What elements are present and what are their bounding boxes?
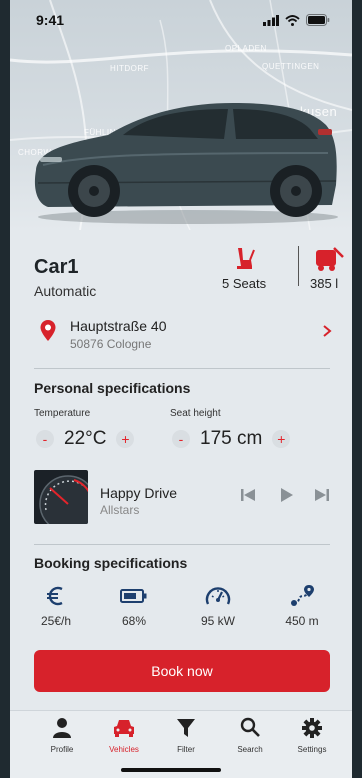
- map-label: OPLADEN: [225, 44, 267, 53]
- book-now-button[interactable]: Book now: [34, 650, 330, 692]
- personal-specs-title: Personal specifications: [34, 380, 191, 396]
- tab-label: Profile: [50, 745, 74, 754]
- battery-level-icon: [120, 589, 147, 603]
- home-indicator: [121, 768, 221, 772]
- distance-value: 450 m: [285, 614, 319, 628]
- speedometer-artwork: [39, 475, 88, 524]
- tab-label: Vehicles: [109, 745, 139, 754]
- map-label: QUETTINGEN: [262, 62, 320, 71]
- seats-feature: 5 Seats: [222, 246, 266, 291]
- address-street: Hauptstraße 40: [70, 318, 167, 334]
- search-icon: [240, 717, 260, 737]
- album-art[interactable]: [34, 470, 88, 524]
- address-city: 50876 Cologne: [70, 337, 152, 351]
- temperature-decrease-button[interactable]: -: [36, 430, 54, 448]
- status-bar: 9:41: [10, 0, 352, 40]
- tab-label: Filter: [177, 745, 195, 754]
- price-spec: 25€/h: [26, 584, 86, 628]
- tab-search[interactable]: Search: [220, 717, 280, 754]
- song-title: Happy Drive: [100, 485, 178, 501]
- temperature-stepper: - 22°C +: [36, 428, 135, 450]
- power-spec: 95 kW: [188, 584, 248, 628]
- car-icon: [114, 720, 134, 737]
- seat-height-value: 175 cm: [200, 428, 263, 449]
- battery-spec: 68%: [104, 584, 164, 628]
- battery-icon: [306, 14, 330, 26]
- address-row[interactable]: Hauptstraße 40 50876 Cologne: [32, 316, 332, 356]
- booking-specs-title: Booking specifications: [34, 555, 188, 571]
- tab-settings[interactable]: Settings: [282, 717, 342, 754]
- divider: [34, 544, 330, 545]
- song-artist: Allstars: [100, 503, 140, 517]
- gear-icon: [302, 718, 322, 738]
- person-icon: [53, 718, 71, 738]
- power-value: 95 kW: [200, 614, 235, 628]
- temperature-label: Temperature: [34, 408, 91, 419]
- seat-height-increase-button[interactable]: +: [272, 430, 291, 448]
- seat-icon: [237, 248, 255, 269]
- route-icon: [291, 585, 314, 606]
- phone-screen: OPLADEN HITDORF QUETTINGEN CHORW FÜHLING…: [10, 0, 352, 778]
- signal-icon: [263, 14, 279, 26]
- vehicle-name: Car1: [34, 256, 79, 278]
- seat-height-stepper: - 175 cm +: [172, 428, 291, 450]
- next-track-icon[interactable]: [314, 488, 330, 502]
- tab-filter[interactable]: Filter: [156, 717, 216, 754]
- range-feature: 385 l: [310, 246, 350, 291]
- divider: [34, 368, 330, 369]
- tab-label: Settings: [297, 745, 327, 754]
- previous-track-icon[interactable]: [240, 488, 256, 502]
- vehicle-transmission: Automatic: [34, 283, 97, 299]
- euro-icon: [47, 586, 63, 606]
- seats-count: 5 Seats: [222, 276, 267, 291]
- seat-height-decrease-button[interactable]: -: [172, 430, 190, 448]
- price-value: 25€/h: [40, 614, 72, 628]
- status-icons: [263, 14, 330, 26]
- fuel-range-icon: [316, 247, 344, 271]
- battery-value: 68%: [121, 614, 147, 628]
- car-image: [28, 95, 348, 230]
- temperature-value: 22°C: [64, 428, 107, 449]
- temperature-increase-button[interactable]: +: [116, 430, 135, 448]
- tab-profile[interactable]: Profile: [32, 717, 92, 754]
- filter-icon: [177, 719, 195, 737]
- seat-height-label: Seat height: [170, 408, 221, 419]
- map-label: HITDORF: [110, 64, 150, 73]
- distance-spec: 450 m: [272, 584, 332, 628]
- media-player: Happy Drive Allstars: [34, 470, 334, 526]
- range-value: 385 l: [310, 276, 339, 291]
- chevron-right-icon[interactable]: [322, 324, 332, 338]
- location-pin-icon: [40, 320, 56, 341]
- gauge-icon: [205, 587, 231, 605]
- vehicle-title: Car1 Automatic: [34, 256, 96, 299]
- wifi-icon: [285, 14, 300, 26]
- vehicle-info-panel: Car1 Automatic 5 Seats 385 l Hauptstraße…: [26, 228, 344, 708]
- feature-divider: [298, 246, 299, 286]
- tab-vehicles[interactable]: Vehicles: [94, 717, 154, 754]
- status-time: 9:41: [36, 12, 65, 28]
- tab-label: Search: [237, 745, 263, 754]
- car-illustration: [34, 103, 338, 224]
- play-icon[interactable]: [280, 488, 294, 502]
